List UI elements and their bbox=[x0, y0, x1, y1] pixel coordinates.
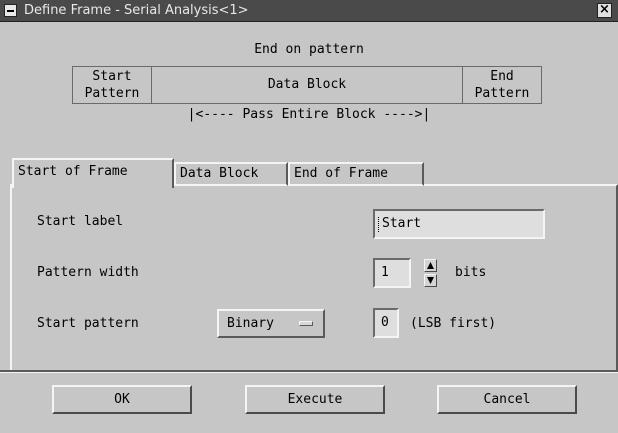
cancel-button[interactable]: Cancel bbox=[437, 385, 577, 414]
spin-down-button[interactable] bbox=[424, 274, 437, 287]
data-block-cell: Data Block bbox=[152, 67, 463, 103]
end-pattern-cell: End Pattern bbox=[463, 67, 541, 103]
close-button[interactable]: × bbox=[597, 3, 612, 18]
end-pattern-cell-line1: End bbox=[490, 69, 514, 84]
start-pattern-format-select[interactable]: Binary bbox=[217, 309, 325, 338]
start-pattern-cell: Start Pattern bbox=[73, 67, 152, 103]
system-menu-icon[interactable] bbox=[4, 4, 17, 17]
start-label-value: Start bbox=[382, 216, 422, 231]
text-cursor bbox=[378, 217, 381, 232]
execute-button[interactable]: Execute bbox=[245, 385, 385, 414]
pattern-width-input[interactable]: 1 bbox=[373, 258, 411, 288]
start-pattern-format-value: Binary bbox=[227, 316, 274, 331]
pattern-width-value: 1 bbox=[381, 265, 389, 280]
define-frame-dialog: Define Frame - Serial Analysis<1> × End … bbox=[0, 0, 618, 433]
frame-diagram: Start Pattern Data Block End Pattern bbox=[72, 66, 542, 104]
spin-up-button[interactable] bbox=[424, 259, 437, 272]
start-label-caption: Start label bbox=[37, 214, 124, 229]
start-pattern-value: 0 bbox=[381, 315, 389, 330]
start-pattern-cell-line2: Pattern bbox=[84, 86, 140, 101]
start-pattern-input[interactable]: 0 bbox=[373, 308, 399, 338]
pass-entire-block-line: |<---- Pass Entire Block ---->| bbox=[187, 107, 431, 122]
tab-end-of-frame[interactable]: End of Frame bbox=[288, 162, 424, 186]
start-pattern-caption: Start pattern bbox=[37, 316, 139, 331]
arrow-down-icon bbox=[427, 277, 434, 284]
window-title: Define Frame - Serial Analysis<1> bbox=[24, 3, 249, 18]
option-menu-indicator-icon bbox=[299, 321, 313, 326]
diagram-heading: End on pattern bbox=[254, 42, 364, 57]
tab-start-of-frame[interactable]: Start of Frame bbox=[12, 158, 174, 188]
start-pattern-note: (LSB first) bbox=[410, 316, 497, 331]
title-bar[interactable]: Define Frame - Serial Analysis<1> × bbox=[0, 0, 618, 22]
ok-button[interactable]: OK bbox=[52, 385, 192, 414]
arrow-up-icon bbox=[427, 262, 434, 269]
start-label-input[interactable]: Start bbox=[373, 209, 545, 239]
pattern-width-unit: bits bbox=[455, 265, 487, 280]
dialog-separator bbox=[0, 370, 618, 373]
tab-data-block[interactable]: Data Block bbox=[174, 162, 288, 186]
start-pattern-cell-line1: Start bbox=[92, 69, 132, 84]
end-pattern-cell-line2: Pattern bbox=[474, 86, 530, 101]
pattern-width-caption: Pattern width bbox=[37, 265, 139, 280]
